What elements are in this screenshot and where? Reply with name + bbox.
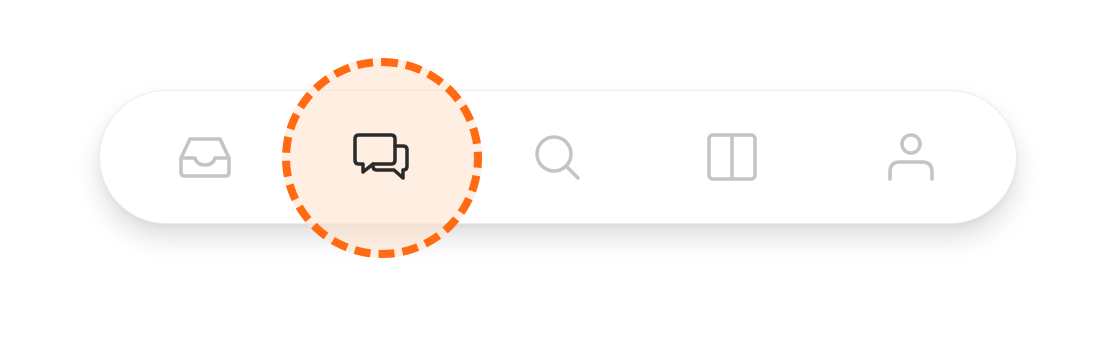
inbox-icon [179,137,231,178]
search-icon [535,135,580,180]
stage [0,0,1120,339]
chat-bubbles-icon [353,133,409,180]
tab-messages[interactable] [337,112,427,202]
tab-split-view[interactable] [688,112,778,202]
tab-inbox[interactable] [160,112,250,202]
tab-search[interactable] [513,112,603,202]
tab-profile[interactable] [866,112,956,202]
user-icon [888,133,934,181]
split-view-icon [707,133,757,181]
